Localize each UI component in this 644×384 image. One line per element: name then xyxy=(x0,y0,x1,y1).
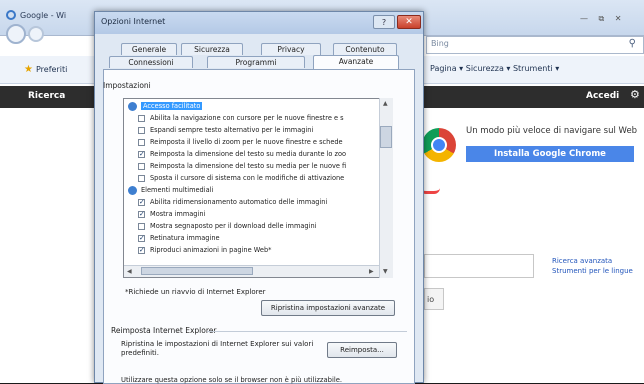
list-item[interactable]: Mostra immagini xyxy=(138,209,392,220)
tab-contenuto[interactable]: Contenuto xyxy=(333,43,397,55)
checkbox[interactable] xyxy=(138,245,145,256)
tab-sicurezza[interactable]: Sicurezza xyxy=(181,43,243,55)
restore-advanced-button[interactable]: Ripristina impostazioni avanzate xyxy=(261,300,395,316)
help-button[interactable]: ? xyxy=(373,15,395,29)
chrome-promo-text: Un modo più veloce di navigare sul Web xyxy=(466,126,638,136)
accessibility-icon xyxy=(128,101,137,111)
checkbox[interactable] xyxy=(138,149,145,160)
forward-button[interactable] xyxy=(28,26,44,42)
gear-icon[interactable]: ⚙ xyxy=(630,88,640,101)
checkbox[interactable] xyxy=(138,222,145,230)
reset-group-label: Reimposta Internet Explorer xyxy=(111,326,217,335)
restart-note: *Richiede un riavvio di Internet Explore… xyxy=(125,288,266,296)
list-item[interactable]: Sposta il cursore di sistema con le modi… xyxy=(138,173,392,184)
list-item[interactable]: Retinatura immagine xyxy=(138,233,392,244)
dialog-title: Opzioni Internet xyxy=(101,17,166,26)
command-bar[interactable]: Pagina ▾ Sicurezza ▾ Strumenti ▾ xyxy=(430,64,559,73)
favorites-button[interactable]: ★ Preferiti xyxy=(24,64,67,75)
list-item[interactable]: Reimposta la dimensione del testo su med… xyxy=(138,161,392,172)
horizontal-scroll-thumb[interactable] xyxy=(141,267,253,275)
chrome-logo-icon xyxy=(422,128,456,162)
ie-logo-icon xyxy=(6,10,16,20)
list-item[interactable]: Espandi sempre testo alternativo per le … xyxy=(138,125,392,136)
tab-privacy[interactable]: Privacy xyxy=(261,43,321,55)
google-search-button[interactable]: io xyxy=(424,288,444,310)
list-item[interactable]: Elementi multimediali xyxy=(128,185,388,196)
tab-programmi[interactable]: Programmi xyxy=(207,56,305,68)
tab-avanzate[interactable]: Avanzate xyxy=(313,55,399,69)
checkbox[interactable] xyxy=(138,174,145,182)
list-item[interactable]: Mostra segnaposto per il download delle … xyxy=(138,221,392,232)
checkbox[interactable] xyxy=(138,233,145,244)
scroll-right-icon[interactable]: ▶ xyxy=(369,268,374,275)
reset-button[interactable]: Reimposta... xyxy=(327,342,397,358)
checkbox[interactable] xyxy=(138,138,145,146)
checkbox[interactable] xyxy=(138,162,145,170)
favorites-label: Preferiti xyxy=(35,65,68,74)
reset-description: Ripristina le impostazioni di Internet E… xyxy=(121,340,314,357)
install-chrome-button[interactable]: Installa Google Chrome xyxy=(466,146,634,162)
search-box[interactable]: Bing xyxy=(426,36,644,54)
settings-list[interactable]: Accesso facilitato Abilita la navigazion… xyxy=(123,98,393,278)
tab-generale[interactable]: Generale xyxy=(121,43,177,55)
window-controls[interactable]: — ⧉ ✕ xyxy=(580,14,640,26)
search-icon[interactable]: ⚲ xyxy=(629,38,636,49)
list-item[interactable]: Abilita la navigazione con cursore per l… xyxy=(138,113,392,124)
back-button[interactable] xyxy=(6,24,26,44)
language-tools-link[interactable]: Strumenti per le lingue xyxy=(552,266,633,276)
settings-label: Impostazioni xyxy=(103,81,151,90)
checkbox[interactable] xyxy=(138,197,145,208)
scroll-left-icon[interactable]: ◀ xyxy=(127,268,132,275)
google-search-link[interactable]: Ricerca xyxy=(28,91,65,101)
list-item[interactable]: Accesso facilitato xyxy=(128,101,388,112)
internet-options-dialog: Opzioni Internet ? ✕ Generale Sicurezza … xyxy=(94,11,424,384)
multimedia-icon xyxy=(128,185,137,195)
close-button[interactable]: ✕ xyxy=(397,15,421,29)
advanced-search-link[interactable]: Ricerca avanzata xyxy=(552,256,633,266)
list-item[interactable]: Riproduci animazioni in pagine Web* xyxy=(138,245,392,256)
checkbox[interactable] xyxy=(138,209,145,220)
advanced-links: Ricerca avanzata Strumenti per le lingue xyxy=(552,256,633,276)
list-item[interactable]: Reimposta il livello di zoom per le nuov… xyxy=(138,137,392,148)
list-item[interactable]: Abilita ridimensionamento automatico del… xyxy=(138,197,392,208)
sign-in-link[interactable]: Accedi xyxy=(586,91,619,101)
star-icon: ★ xyxy=(24,64,33,75)
vertical-scroll-thumb[interactable] xyxy=(380,126,392,148)
tab-connessioni[interactable]: Connessioni xyxy=(109,56,193,68)
list-item[interactable]: Reimposta la dimensione del testo su med… xyxy=(138,149,392,160)
vertical-scrollbar[interactable] xyxy=(379,98,393,278)
scroll-down-icon[interactable]: ▼ xyxy=(383,268,388,275)
scroll-up-icon[interactable]: ▲ xyxy=(383,100,388,107)
browser-tab[interactable]: Google - Wi xyxy=(6,6,98,24)
checkbox[interactable] xyxy=(138,126,145,134)
browser-tab-title: Google - Wi xyxy=(20,10,67,20)
group-divider xyxy=(207,331,407,332)
checkbox[interactable] xyxy=(138,114,145,122)
google-search-input[interactable] xyxy=(424,254,534,278)
